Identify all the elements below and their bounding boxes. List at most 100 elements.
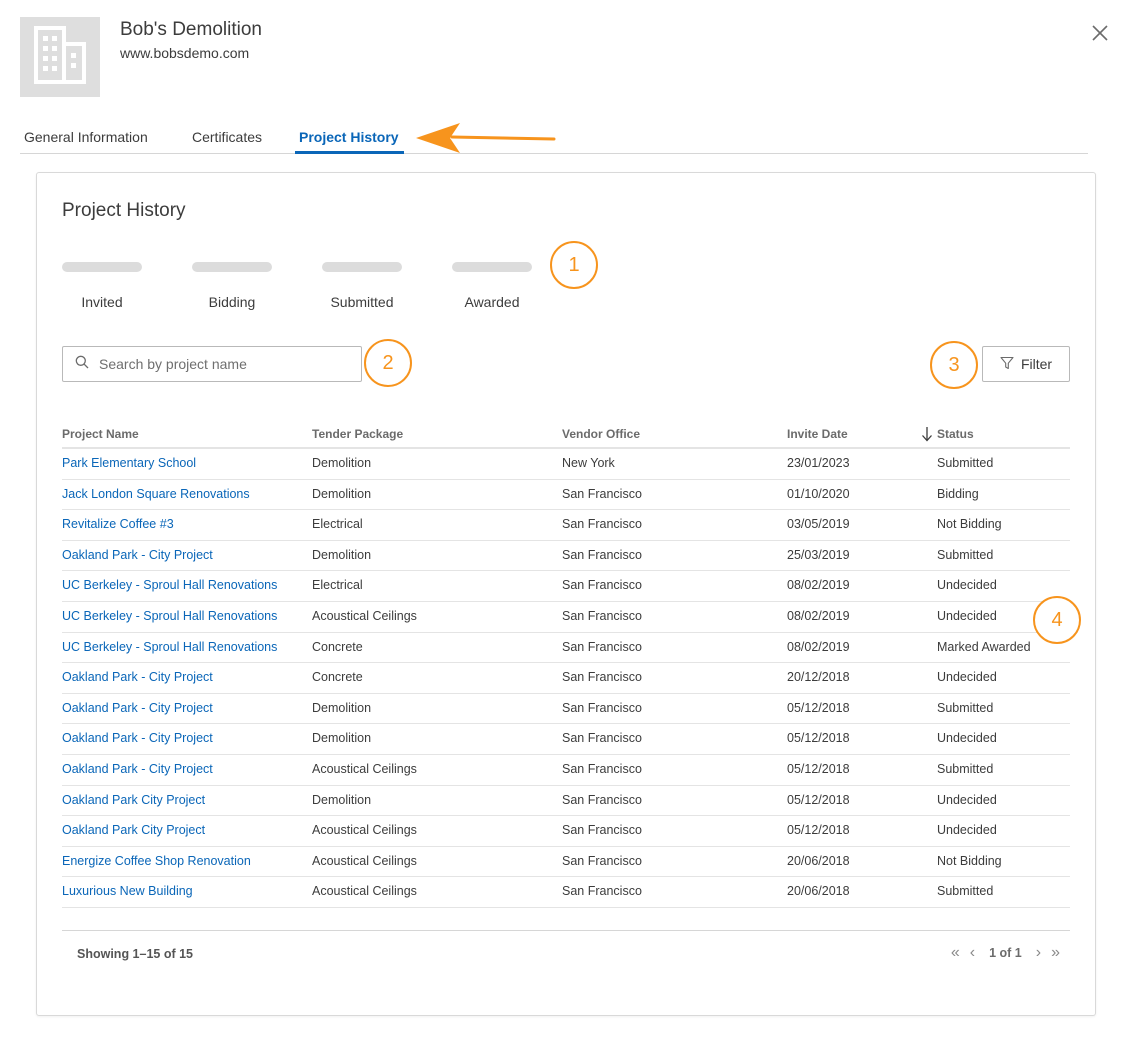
project-name-link[interactable]: Oakland Park City Project [62, 793, 205, 807]
project-name-link[interactable]: Oakland Park - City Project [62, 731, 213, 745]
card-title: Project History [62, 200, 186, 221]
tender-package-cell: Demolition [312, 792, 372, 807]
tender-package-cell: Acoustical Ceilings [312, 853, 417, 868]
vendor-office-cell: San Francisco [562, 761, 642, 776]
last-page-icon[interactable]: » [1051, 945, 1060, 961]
table-body: Park Elementary School Demolition New York… [62, 449, 1070, 908]
table-row: Oakland Park - City Project Demolition San… [62, 541, 1070, 572]
table-row: UC Berkeley - Sproul Hall Renovations Aco… [62, 602, 1070, 633]
project-name-link[interactable]: UC Berkeley - Sproul Hall Renovations [62, 578, 277, 592]
table-row: Luxurious New Building Acoustical Ceiling… [62, 877, 1070, 908]
project-name-link[interactable]: UC Berkeley - Sproul Hall Renovations [62, 609, 277, 623]
tender-package-cell: Concrete [312, 670, 363, 685]
vendor-office-cell: San Francisco [562, 608, 642, 623]
project-name-link[interactable]: Oakland Park - City Project [62, 548, 213, 562]
vendor-office-cell: San Francisco [562, 578, 642, 593]
stat-label: Bidding [208, 294, 256, 310]
project-name-link[interactable]: Luxurious New Building [62, 884, 193, 898]
company-logo [20, 17, 100, 97]
project-history-card: Project History Invited Bidding Submitte… [36, 172, 1096, 1016]
stat-bar [452, 262, 532, 272]
table-footer: Showing 1–15 of 15 « ‹ 1 of 1 › » [62, 930, 1070, 978]
tab-certificates[interactable]: Certificates [192, 129, 262, 145]
pagination: « ‹ 1 of 1 › » [951, 945, 1060, 961]
status-cell: Submitted [937, 884, 994, 899]
tender-package-cell: Concrete [312, 639, 363, 654]
invite-date-cell: 05/12/2018 [787, 823, 850, 838]
search-input[interactable] [99, 356, 349, 372]
status-cell: Not Bidding [937, 853, 1002, 868]
vendor-office-cell: San Francisco [562, 700, 642, 715]
prev-page-icon[interactable]: ‹ [970, 945, 975, 961]
project-name-link[interactable]: Jack London Square Renovations [62, 487, 250, 501]
showing-count: Showing 1–15 of 15 [77, 947, 194, 961]
tab-project-history[interactable]: Project History [299, 129, 399, 145]
table-row: UC Berkeley - Sproul Hall Renovations Ele… [62, 571, 1070, 602]
tab-general-information[interactable]: General Information [24, 129, 148, 145]
search-box[interactable] [62, 346, 362, 382]
project-name-link[interactable]: Revitalize Coffee #3 [62, 517, 174, 531]
col-project-name[interactable]: Project Name [62, 427, 139, 441]
vendor-header: Bob's Demolition www.bobsdemo.com [20, 17, 1120, 97]
table-row: Oakland Park City Project Demolition San F… [62, 786, 1070, 817]
tender-package-cell: Acoustical Ceilings [312, 608, 417, 623]
status-cell: Marked Awarded [937, 639, 1031, 654]
tender-package-cell: Demolition [312, 456, 372, 470]
table-row: Oakland Park - City Project Concrete San F… [62, 663, 1070, 694]
invite-date-cell: 08/02/2019 [787, 639, 850, 654]
filter-label: Filter [1020, 356, 1053, 372]
col-status[interactable]: Status [937, 427, 974, 441]
stat-bar [322, 262, 402, 272]
col-tender-package[interactable]: Tender Package [312, 427, 403, 441]
stat-bar [192, 262, 272, 272]
table-row: Oakland Park - City Project Demolition San… [62, 694, 1070, 725]
callout-badge-2: 2 [364, 339, 412, 387]
tender-package-cell: Acoustical Ceilings [312, 884, 417, 899]
project-name-link[interactable]: Oakland Park City Project [62, 823, 205, 837]
filter-icon [1000, 356, 1014, 373]
next-page-icon[interactable]: › [1036, 945, 1041, 961]
table-row: Oakland Park - City Project Acoustical Ce… [62, 755, 1070, 786]
stat-awarded: Awarded [452, 262, 532, 310]
col-vendor-office[interactable]: Vendor Office [562, 427, 640, 441]
stat-label: Awarded [464, 294, 520, 310]
col-invite-date[interactable]: Invite Date [787, 427, 848, 441]
vendor-office-cell: San Francisco [562, 670, 642, 685]
status-cell: Bidding [937, 486, 979, 501]
tender-package-cell: Electrical [312, 578, 363, 593]
vendor-office-cell: San Francisco [562, 517, 642, 532]
vendor-office-cell: San Francisco [562, 547, 642, 562]
callout-arrow-icon [412, 118, 558, 163]
status-cell: Undecided [937, 608, 997, 623]
status-cell: Submitted [937, 761, 994, 776]
stat-label: Invited [81, 294, 123, 310]
filter-button[interactable]: Filter [982, 346, 1070, 382]
page-info: 1 of 1 [989, 946, 1022, 960]
status-cell: Submitted [937, 700, 994, 715]
vendor-office-cell: San Francisco [562, 853, 642, 868]
close-icon[interactable] [1090, 23, 1110, 43]
status-cell: Submitted [937, 456, 994, 470]
invite-date-cell: 03/05/2019 [787, 517, 850, 532]
search-icon [75, 355, 89, 374]
invite-date-cell: 25/03/2019 [787, 547, 850, 562]
first-page-icon[interactable]: « [951, 945, 960, 961]
stat-submitted: Submitted [322, 262, 402, 310]
invite-date-cell: 20/06/2018 [787, 884, 850, 899]
status-cell: Undecided [937, 578, 997, 593]
tender-package-cell: Demolition [312, 700, 372, 715]
project-name-link[interactable]: Oakland Park - City Project [62, 701, 213, 715]
project-name-link[interactable]: Oakland Park - City Project [62, 762, 213, 776]
callout-badge-1: 1 [550, 241, 598, 289]
sort-down-icon[interactable] [921, 426, 933, 447]
tender-package-cell: Demolition [312, 731, 372, 746]
project-name-link[interactable]: Park Elementary School [62, 456, 196, 470]
project-name-link[interactable]: UC Berkeley - Sproul Hall Renovations [62, 640, 277, 654]
company-name: Bob's Demolition [120, 19, 262, 40]
project-name-link[interactable]: Energize Coffee Shop Renovation [62, 854, 251, 868]
status-cell: Undecided [937, 792, 997, 807]
active-tab-indicator [295, 151, 404, 154]
project-name-link[interactable]: Oakland Park - City Project [62, 670, 213, 684]
invite-date-cell: 05/12/2018 [787, 761, 850, 776]
status-cell: Submitted [937, 547, 994, 562]
